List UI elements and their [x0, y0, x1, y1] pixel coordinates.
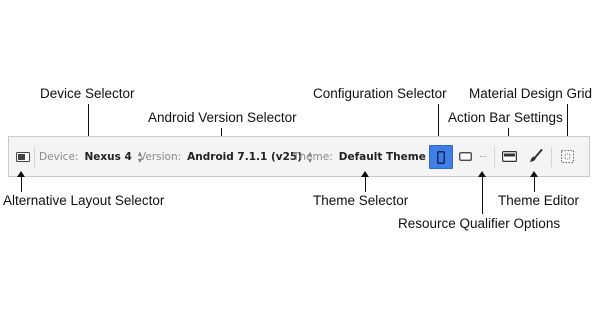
layout-icon	[16, 152, 30, 162]
action-bar-settings-button[interactable]	[500, 147, 518, 165]
alternative-layout-leader	[21, 176, 22, 192]
device-selector[interactable]: Device: Nexus 4 ▴ ▾	[39, 137, 142, 176]
more-options-icon: ···	[479, 151, 487, 161]
alternative-layout-button[interactable]	[15, 151, 31, 163]
material-design-grid-annotation: Material Design Grid	[469, 86, 593, 101]
material-design-grid-button[interactable]	[558, 146, 576, 166]
layout-editor-toolbar: Device: Nexus 4 ▴ ▾ Version: Android 7.1.…	[8, 136, 590, 177]
theme-selector-annotation: Theme Selector	[313, 193, 409, 208]
resource-qualifier-leader	[482, 176, 483, 214]
landscape-configuration-button[interactable]	[455, 145, 475, 167]
theme-editor-annotation: Theme Editor	[498, 193, 580, 208]
version-selector[interactable]: Version: Android 7.1.1 (v25) ▴ ▾	[139, 137, 312, 176]
theme-editor-button[interactable]	[527, 146, 545, 166]
version-label: Version:	[139, 150, 182, 163]
android-version-selector-annotation: Android Version Selector	[148, 110, 297, 125]
device-label: Device:	[39, 150, 79, 163]
paintbrush-icon	[530, 149, 543, 162]
theme-editor-leader	[534, 176, 535, 192]
resource-qualifier-options-button[interactable]: ···	[477, 148, 489, 164]
alternative-layout-selector-annotation: Alternative Layout Selector	[3, 193, 165, 208]
theme-selector-leader	[365, 176, 366, 192]
device-selector-annotation: Device Selector	[40, 86, 135, 101]
toolbar-separator	[494, 147, 495, 167]
resource-qualifier-options-annotation: Resource Qualifier Options	[398, 216, 561, 231]
grid-icon	[560, 149, 574, 163]
action-bar-settings-annotation: Action Bar Settings	[448, 110, 563, 125]
configuration-selector-annotation: Configuration Selector	[313, 86, 447, 101]
device-value: Nexus 4	[84, 150, 132, 163]
toolbar-separator	[34, 147, 35, 167]
toolbar-separator	[551, 147, 552, 167]
theme-value: Default Theme	[338, 150, 426, 163]
version-value: Android 7.1.1 (v25)	[187, 150, 303, 163]
theme-label: Theme:	[293, 150, 333, 163]
portrait-configuration-button[interactable]	[429, 145, 453, 169]
landscape-phone-icon	[458, 151, 472, 161]
portrait-phone-icon	[437, 150, 445, 164]
action-bar-icon	[501, 150, 517, 162]
